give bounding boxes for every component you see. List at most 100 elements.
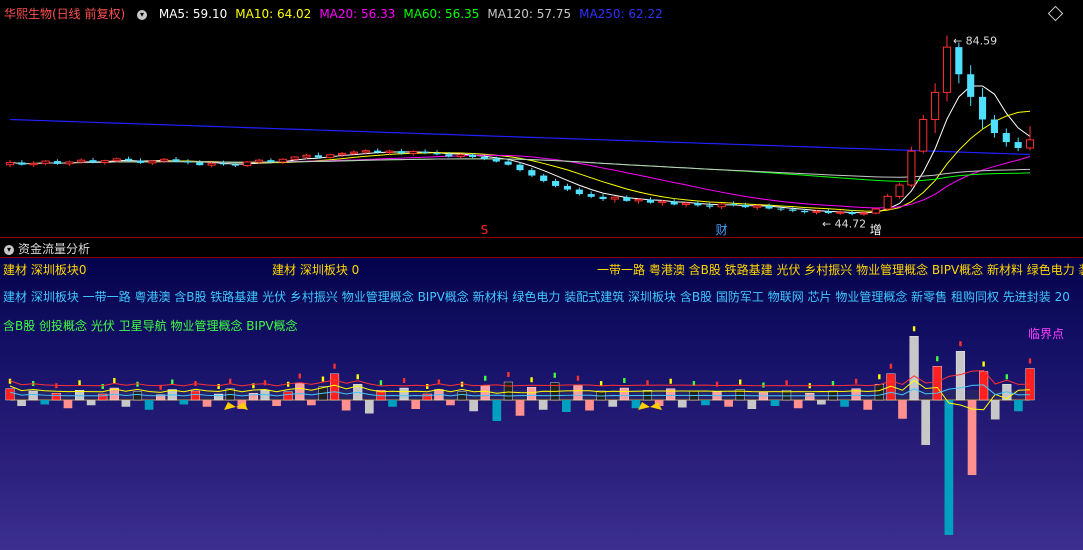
flow-title-text: 资金流量分析 bbox=[18, 242, 91, 256]
butterfly-wing bbox=[224, 402, 236, 410]
candle-body bbox=[172, 159, 180, 162]
flow-marker bbox=[1028, 358, 1032, 364]
candlestick-chart: ← 84.59 ← 44.72 S 财 增 bbox=[5, 34, 1035, 237]
flow-marker bbox=[263, 380, 267, 386]
flow-bar bbox=[179, 400, 189, 405]
candle-body bbox=[670, 201, 678, 205]
flow-marker bbox=[356, 374, 359, 380]
flow-marker bbox=[889, 363, 893, 369]
candle-body bbox=[848, 212, 856, 214]
candle-body bbox=[231, 164, 239, 166]
flow-bar bbox=[480, 385, 490, 401]
candle-body bbox=[278, 158, 287, 163]
fund-flow-chart bbox=[5, 326, 1035, 535]
flow-marker bbox=[379, 380, 383, 386]
candle-body bbox=[824, 211, 832, 214]
flow-bar bbox=[1014, 400, 1023, 412]
candle-body bbox=[634, 199, 643, 202]
flow-marker bbox=[912, 326, 916, 332]
candle-body bbox=[563, 185, 571, 190]
candle-body bbox=[89, 160, 97, 163]
candle-body bbox=[540, 175, 548, 181]
flow-marker bbox=[229, 378, 232, 384]
flow-bar bbox=[272, 400, 281, 406]
candle-body bbox=[349, 151, 359, 154]
flow-marker bbox=[553, 372, 556, 378]
candle-body bbox=[646, 199, 655, 203]
candle-body bbox=[741, 204, 749, 208]
candle-body bbox=[77, 159, 86, 163]
flow-bar bbox=[28, 390, 38, 401]
candle-body bbox=[267, 160, 275, 162]
flow-bar bbox=[40, 400, 50, 405]
flow-title[interactable]: ▾ 资金流量分析 bbox=[4, 240, 90, 257]
flow-bar bbox=[608, 400, 618, 407]
flow-marker bbox=[101, 384, 104, 389]
flow-marker bbox=[762, 382, 765, 388]
candle-body bbox=[681, 202, 691, 205]
candle-body bbox=[445, 154, 453, 157]
high-price-label: ← 84.59 bbox=[953, 34, 997, 47]
critical-point-label: 临界点 bbox=[1028, 327, 1065, 341]
candle-body bbox=[290, 156, 299, 160]
candle-body bbox=[753, 205, 762, 208]
candle-body bbox=[658, 200, 667, 204]
flow-bar bbox=[677, 400, 687, 408]
flow-bar bbox=[283, 391, 293, 401]
flow-bar bbox=[457, 391, 467, 401]
flow-bar bbox=[724, 400, 733, 407]
candle-body bbox=[528, 170, 536, 176]
flow-bar bbox=[619, 387, 629, 401]
candle-body bbox=[623, 197, 631, 201]
flow-bar bbox=[990, 400, 1000, 420]
candle-body bbox=[729, 204, 738, 206]
concept-line-2: 建材 深圳板块 一带一路 粤港澳 含B股 铁路基建 光伏 乡村振兴 物业管理概念… bbox=[3, 290, 1070, 304]
flow-marker bbox=[936, 356, 939, 362]
flow-marker bbox=[217, 384, 220, 389]
candle-body bbox=[552, 180, 560, 186]
flow-bar bbox=[5, 388, 15, 401]
flow-bar bbox=[469, 400, 478, 412]
fund-flow-pane[interactable]: 建材 深圳板块0 建材 深圳板块 0 一带一路 粤港澳 含B股 铁路基建 光伏 … bbox=[0, 237, 1083, 550]
candle-body bbox=[5, 161, 15, 166]
price-pane[interactable]: 华熙生物(日线 前复权) ▾ MA5: 59.10 MA10: 64.02 MA20… bbox=[0, 0, 1083, 237]
flow-marker bbox=[982, 361, 985, 367]
flow-marker bbox=[484, 375, 487, 381]
candle-body bbox=[836, 211, 845, 214]
flow-marker bbox=[623, 378, 626, 383]
candle-body bbox=[492, 158, 500, 162]
candle-body bbox=[18, 162, 26, 165]
candle-body bbox=[801, 210, 809, 213]
candle-body bbox=[302, 154, 311, 158]
flow-settings-icon[interactable]: ▾ bbox=[4, 244, 14, 255]
flow-bar bbox=[132, 391, 143, 401]
butterfly-icon bbox=[224, 402, 248, 410]
candle-body bbox=[456, 154, 465, 158]
event-marker: 财 bbox=[716, 223, 728, 237]
flow-marker bbox=[878, 374, 881, 380]
flow-marker bbox=[530, 377, 533, 383]
candle-body bbox=[789, 209, 797, 211]
flow-marker bbox=[599, 381, 603, 386]
event-marker: S bbox=[481, 223, 489, 237]
candle-body bbox=[196, 162, 204, 166]
candle-body bbox=[1014, 142, 1022, 148]
flow-bar bbox=[874, 384, 884, 401]
concept-line-3: 含B股 创投概念 光伏 卫星导航 物业管理概念 BIPV概念 bbox=[3, 319, 298, 333]
candle-body bbox=[706, 205, 714, 207]
flow-bar bbox=[793, 400, 803, 409]
flow-bar bbox=[202, 400, 212, 407]
flow-bar bbox=[562, 400, 571, 412]
candle-body bbox=[895, 184, 904, 197]
flow-bar bbox=[898, 400, 907, 419]
event-marker: 增 bbox=[870, 223, 882, 237]
flow-marker bbox=[739, 379, 742, 385]
candle-body bbox=[65, 161, 74, 165]
candle-body bbox=[112, 158, 121, 162]
candle-body bbox=[516, 164, 524, 171]
candle-body bbox=[41, 160, 50, 164]
flow-header-bar: ▾ 资金流量分析 bbox=[0, 237, 1083, 258]
candle-body bbox=[694, 203, 702, 206]
candle-body bbox=[409, 151, 418, 154]
candle-body bbox=[575, 189, 583, 195]
